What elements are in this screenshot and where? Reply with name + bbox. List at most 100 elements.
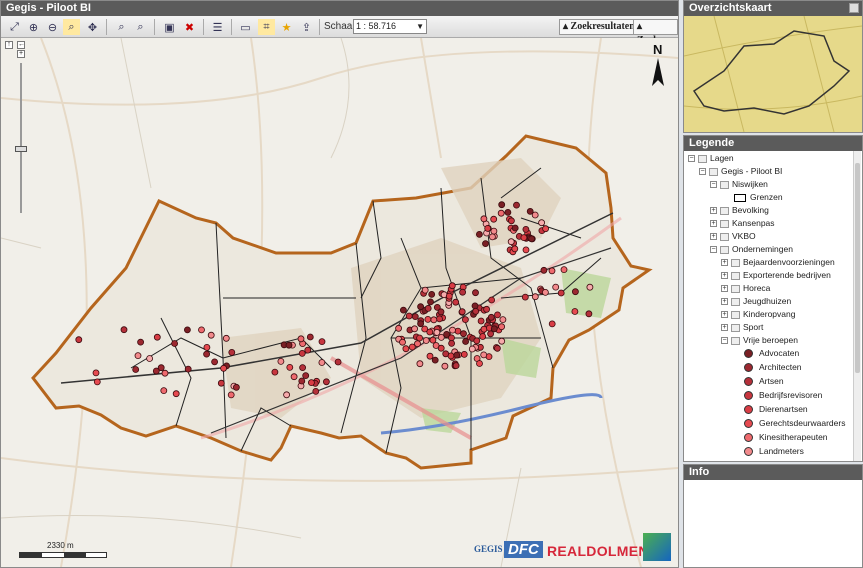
collapse-icon[interactable]: − xyxy=(688,155,695,162)
zoom-slider-handle[interactable] xyxy=(15,146,27,152)
business-point[interactable] xyxy=(414,340,421,348)
business-point[interactable] xyxy=(484,224,492,232)
business-point[interactable] xyxy=(473,337,481,345)
business-point[interactable] xyxy=(442,350,450,358)
business-point[interactable] xyxy=(416,334,424,342)
export-icon[interactable]: ⇪ xyxy=(298,19,315,35)
search-button[interactable]: ▴ Zoeken xyxy=(633,19,678,46)
business-point[interactable] xyxy=(424,304,432,312)
business-point[interactable] xyxy=(472,289,479,297)
business-point[interactable] xyxy=(452,298,460,306)
business-point[interactable] xyxy=(137,338,145,346)
measure-icon[interactable]: ▭ xyxy=(237,19,254,35)
business-point[interactable] xyxy=(299,364,307,372)
zoom-extent-icon[interactable]: ⤢ xyxy=(6,19,23,35)
business-point[interactable] xyxy=(542,225,549,233)
business-point[interactable] xyxy=(511,224,519,232)
business-point[interactable] xyxy=(152,367,160,375)
select-icon[interactable]: ▣ xyxy=(161,19,178,35)
business-point[interactable] xyxy=(461,316,469,324)
business-point[interactable] xyxy=(172,390,180,398)
business-point[interactable] xyxy=(522,225,530,233)
business-point[interactable] xyxy=(460,350,468,358)
business-point[interactable] xyxy=(184,365,192,373)
business-point[interactable] xyxy=(227,391,235,399)
business-point[interactable] xyxy=(285,341,293,349)
business-point[interactable] xyxy=(454,327,462,335)
business-point[interactable] xyxy=(92,369,100,377)
business-point[interactable] xyxy=(522,246,530,254)
tree-item-sport[interactable]: + Sport xyxy=(721,321,763,334)
business-point[interactable] xyxy=(146,355,154,362)
business-point[interactable] xyxy=(405,312,413,320)
business-point[interactable] xyxy=(171,340,179,347)
business-point[interactable] xyxy=(499,316,507,324)
business-point[interactable] xyxy=(120,326,128,334)
business-point[interactable] xyxy=(548,320,556,328)
business-point[interactable] xyxy=(399,338,406,346)
collapse-icon[interactable]: − xyxy=(699,168,706,175)
business-point[interactable] xyxy=(211,358,219,366)
business-point[interactable] xyxy=(475,230,483,238)
business-point[interactable] xyxy=(483,305,491,313)
next-extent-icon[interactable]: ⌕ xyxy=(132,19,149,35)
business-point[interactable] xyxy=(426,352,434,360)
business-point[interactable] xyxy=(490,215,498,223)
business-point[interactable] xyxy=(521,293,529,301)
business-point[interactable] xyxy=(427,298,434,306)
business-point[interactable] xyxy=(298,349,306,357)
legend-scrollbar[interactable] xyxy=(853,151,861,461)
business-point[interactable] xyxy=(307,379,315,387)
collapse-icon[interactable]: − xyxy=(721,337,728,344)
business-point[interactable] xyxy=(480,351,488,359)
business-point[interactable] xyxy=(203,343,211,351)
business-point[interactable] xyxy=(433,328,441,336)
zoom-slider-track[interactable] xyxy=(20,63,22,213)
business-point[interactable] xyxy=(134,352,142,360)
business-point[interactable] xyxy=(448,339,456,347)
business-point[interactable] xyxy=(459,288,467,296)
map-canvas[interactable]: ↑ ← + N 2330 m GEGIS DFC REALDOLMEN xyxy=(1,38,678,567)
business-point[interactable] xyxy=(312,387,320,395)
overview-map[interactable] xyxy=(684,16,862,132)
business-point[interactable] xyxy=(421,286,429,294)
business-point[interactable] xyxy=(422,337,430,344)
tree-item-kansenpas[interactable]: + Kansenpas xyxy=(710,217,775,230)
business-point[interactable] xyxy=(445,292,453,300)
pan-up-icon[interactable]: ↑ xyxy=(5,41,13,49)
business-point[interactable] xyxy=(426,328,434,336)
business-point[interactable] xyxy=(271,368,279,376)
business-point[interactable] xyxy=(490,325,498,333)
business-point[interactable] xyxy=(511,245,519,253)
business-point[interactable] xyxy=(542,288,549,296)
tree-item-exporterende[interactable]: + Exporterende bedrijven xyxy=(721,269,831,282)
zoom-out-icon[interactable]: ⊖ xyxy=(44,19,61,35)
tree-item-horeca[interactable]: + Horeca xyxy=(721,282,770,295)
business-point[interactable] xyxy=(488,233,496,241)
business-point[interactable] xyxy=(429,336,437,344)
business-point[interactable] xyxy=(217,379,225,387)
expand-icon[interactable]: + xyxy=(721,324,728,331)
business-point[interactable] xyxy=(572,288,579,296)
expand-icon[interactable]: + xyxy=(721,298,728,305)
business-point[interactable] xyxy=(232,383,240,391)
business-point[interactable] xyxy=(417,320,425,328)
business-point[interactable] xyxy=(560,266,568,274)
business-point[interactable] xyxy=(526,207,534,215)
business-point[interactable] xyxy=(548,267,556,275)
scale-select[interactable]: 1 : 58.716 ▼ xyxy=(353,19,427,34)
business-point[interactable] xyxy=(472,307,480,315)
business-point[interactable] xyxy=(531,293,539,301)
business-point[interactable] xyxy=(302,372,310,380)
business-point[interactable] xyxy=(487,313,495,321)
business-point[interactable] xyxy=(453,351,461,359)
business-point[interactable] xyxy=(507,238,515,246)
tree-item-lagen[interactable]: − Lagen xyxy=(688,152,734,165)
business-point[interactable] xyxy=(586,283,594,291)
business-point[interactable] xyxy=(222,334,230,342)
expand-icon[interactable]: + xyxy=(721,259,728,266)
expand-icon[interactable]: + xyxy=(710,220,717,227)
business-point[interactable] xyxy=(399,306,407,314)
tree-item-vkbo[interactable]: + VKBO xyxy=(710,230,756,243)
business-point[interactable] xyxy=(513,201,520,209)
